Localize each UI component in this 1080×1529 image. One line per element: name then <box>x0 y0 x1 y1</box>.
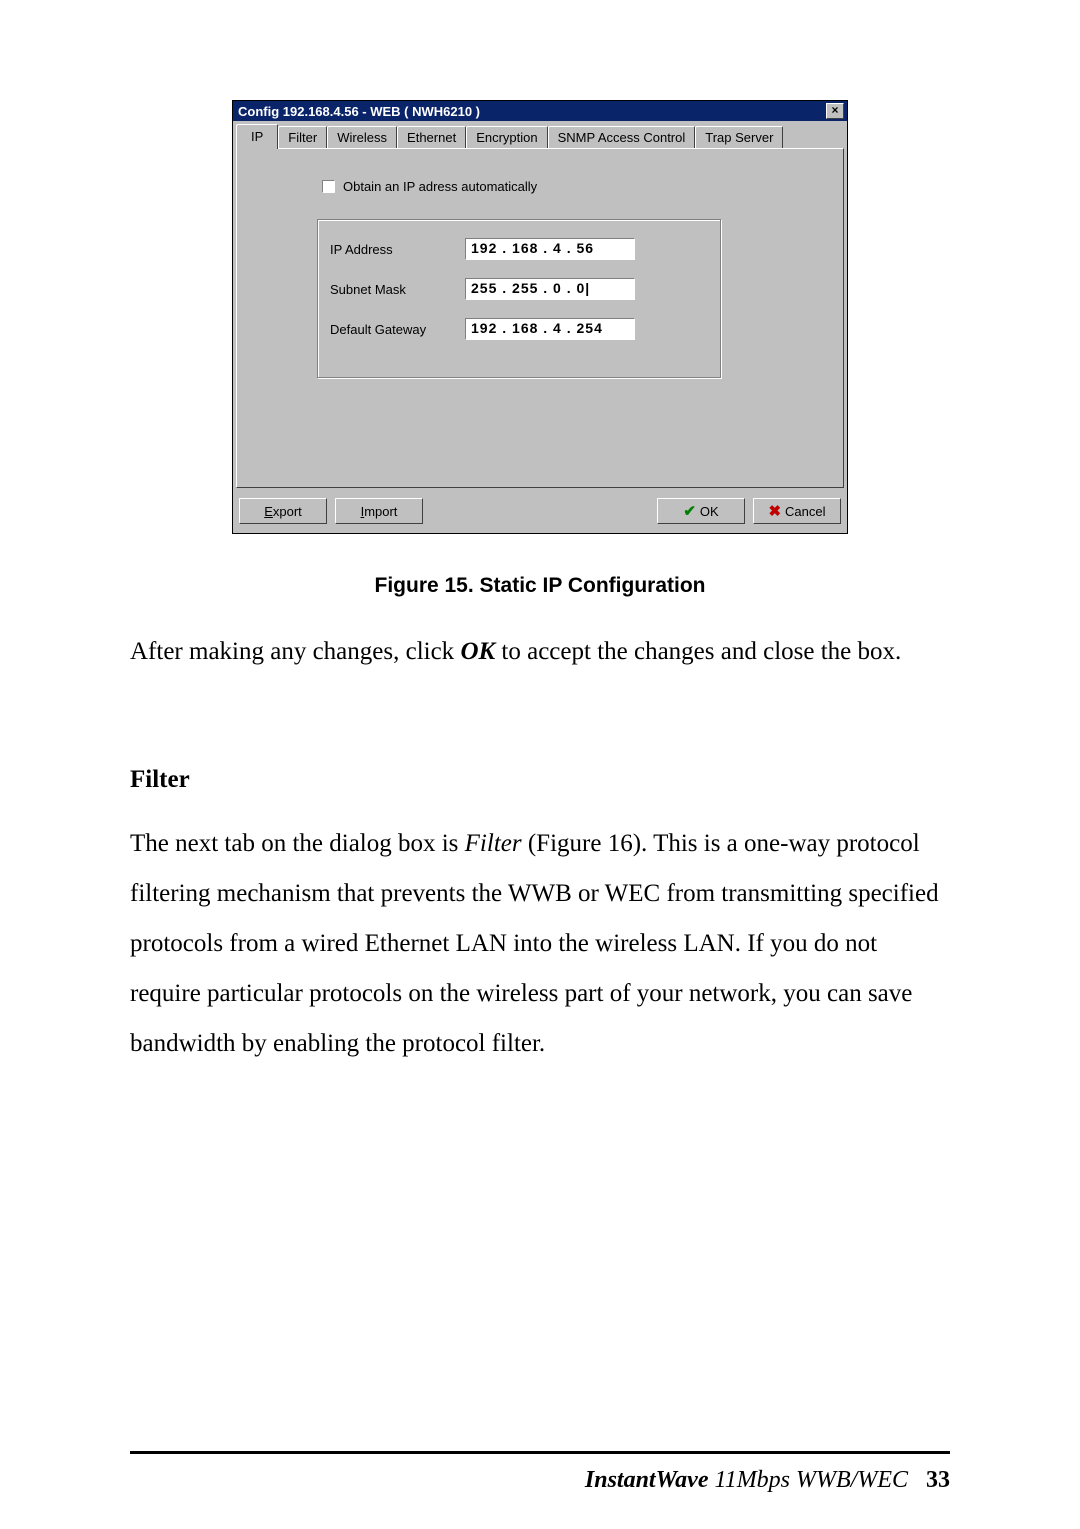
ok-button-label: OK <box>700 504 719 519</box>
para2-a: The next tab on the dialog box is <box>130 830 465 857</box>
export-button[interactable]: Export <box>239 498 327 524</box>
paragraph-after-ok: After making any changes, click OK to ac… <box>130 628 950 676</box>
import-button-label: mport <box>364 504 397 519</box>
filter-word: Filter <box>465 830 522 857</box>
tab-row: IP Filter Wireless Ethernet Encryption S… <box>236 124 844 148</box>
checkbox-icon[interactable] <box>322 180 335 193</box>
window-title: Config 192.168.4.56 - WEB ( NWH6210 ) <box>236 104 480 119</box>
subnet-label: Subnet Mask <box>330 282 465 297</box>
para1-post: to accept the changes and close the box. <box>495 638 901 665</box>
tab-wireless[interactable]: Wireless <box>327 126 397 148</box>
dialog-inner: IP Filter Wireless Ethernet Encryption S… <box>233 121 847 533</box>
ok-button[interactable]: ✔ OK <box>657 498 745 524</box>
footer-sub: 11Mbps WWB/WEC <box>708 1467 908 1493</box>
footer-brand: InstantWave <box>585 1467 709 1493</box>
gateway-label: Default Gateway <box>330 322 465 337</box>
x-icon: ✖ <box>768 502 781 520</box>
tab-body: Obtain an IP adress automatically IP Add… <box>236 148 844 488</box>
tab-ip[interactable]: IP <box>236 124 278 149</box>
filter-heading: Filter <box>130 766 950 794</box>
cancel-button[interactable]: ✖ Cancel <box>753 498 841 524</box>
footer-rule <box>130 1451 950 1454</box>
page-footer: InstantWave 11Mbps WWB/WEC 33 <box>585 1467 950 1494</box>
tab-ethernet[interactable]: Ethernet <box>397 126 466 148</box>
tab-snmp[interactable]: SNMP Access Control <box>548 126 696 148</box>
para1-pre: After making any changes, click <box>130 638 460 665</box>
ip-group: IP Address 192 . 168 . 4 . 56 Subnet Mas… <box>317 219 722 379</box>
dhcp-checkbox-row[interactable]: Obtain an IP adress automatically <box>322 179 823 194</box>
ip-address-row: IP Address 192 . 168 . 4 . 56 <box>330 238 709 260</box>
close-icon[interactable]: × <box>826 103 844 119</box>
tab-filter[interactable]: Filter <box>278 126 327 148</box>
footer-page-number: 33 <box>926 1467 950 1493</box>
config-dialog: Config 192.168.4.56 - WEB ( NWH6210 ) × … <box>232 100 848 534</box>
tab-container: IP Filter Wireless Ethernet Encryption S… <box>236 124 844 488</box>
ip-address-label: IP Address <box>330 242 465 257</box>
gateway-row: Default Gateway 192 . 168 . 4 . 254 <box>330 318 709 340</box>
import-button[interactable]: Import <box>335 498 423 524</box>
subnet-row: Subnet Mask 255 . 255 . 0 . 0| <box>330 278 709 300</box>
figure-caption: Figure 15. Static IP Configuration <box>130 574 950 598</box>
export-button-label: xport <box>273 504 302 519</box>
tab-encryption[interactable]: Encryption <box>466 126 547 148</box>
tab-trap[interactable]: Trap Server <box>695 126 783 148</box>
ok-word: OK <box>460 638 495 665</box>
title-bar: Config 192.168.4.56 - WEB ( NWH6210 ) × <box>233 101 847 121</box>
subnet-input[interactable]: 255 . 255 . 0 . 0| <box>465 278 635 300</box>
ip-address-input[interactable]: 192 . 168 . 4 . 56 <box>465 238 635 260</box>
filter-paragraph: The next tab on the dialog box is Filter… <box>130 819 950 1069</box>
dialog-button-row: Export Import ✔ OK ✖ Cancel <box>236 488 844 530</box>
dhcp-label: Obtain an IP adress automatically <box>343 179 537 194</box>
cancel-button-label: Cancel <box>785 504 825 519</box>
para2-b: (Figure 16). This is a one-way protocol … <box>130 830 939 1057</box>
gateway-input[interactable]: 192 . 168 . 4 . 254 <box>465 318 635 340</box>
check-icon: ✔ <box>683 502 696 520</box>
